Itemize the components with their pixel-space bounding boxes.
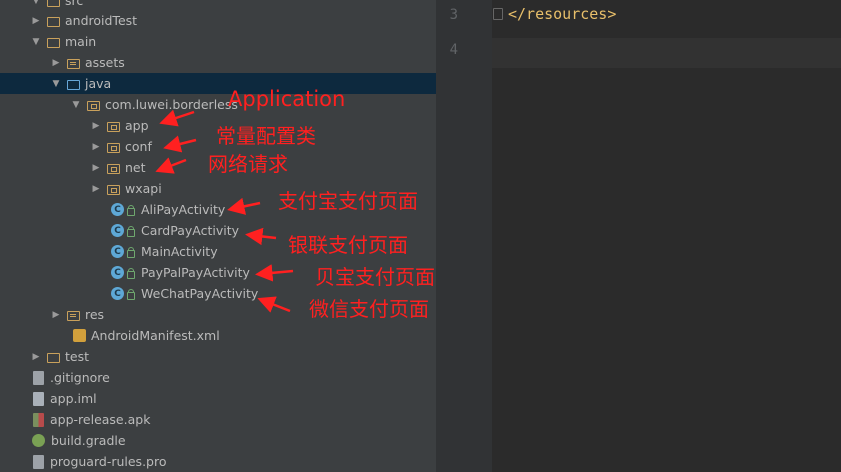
- fold-icon[interactable]: [493, 8, 503, 20]
- editor-gutter: [436, 0, 492, 472]
- tree-item-label: .gitignore: [50, 370, 110, 385]
- chevron-right-icon[interactable]: ▶: [51, 304, 61, 325]
- apk-file-icon: [33, 412, 44, 427]
- file-icon: [33, 370, 44, 385]
- chevron-right-icon[interactable]: ▶: [91, 157, 101, 178]
- folder-icon: [47, 352, 60, 363]
- tree-item-label: main: [65, 34, 97, 49]
- tree-item-label: WeChatPayActivity: [141, 286, 259, 301]
- line-number: 3: [449, 7, 458, 23]
- tree-item-package-root[interactable]: ▼ com.luwei.borderless: [0, 94, 436, 115]
- annotation-net: 网络请求: [208, 152, 288, 176]
- lock-icon: [127, 246, 135, 258]
- tree-item-label: androidTest: [65, 13, 138, 28]
- tree-item-gitignore[interactable]: .gitignore: [0, 367, 436, 388]
- class-icon: C: [111, 224, 124, 237]
- tree-item-label: MainActivity: [141, 244, 218, 259]
- lock-icon: [127, 267, 135, 279]
- package-icon: [107, 121, 120, 132]
- chevron-right-icon[interactable]: ▶: [31, 10, 41, 31]
- file-icon: [33, 454, 44, 469]
- tree-item-label: net: [125, 160, 146, 175]
- package-icon: [107, 142, 120, 153]
- tree-item-label: proguard-rules.pro: [50, 454, 167, 469]
- tree-item-label: app: [125, 118, 149, 133]
- tree-item-test[interactable]: ▶ test: [0, 346, 436, 367]
- tree-item-label: AliPayActivity: [141, 202, 226, 217]
- folder-icon: [47, 0, 60, 7]
- tree-item-label: com.luwei.borderless: [105, 97, 238, 112]
- tree-item-proguard-rules[interactable]: proguard-rules.pro: [0, 451, 436, 472]
- tree-item-label: CardPayActivity: [141, 223, 240, 238]
- lock-icon: [127, 225, 135, 237]
- package-icon: [87, 100, 100, 111]
- tree-item-label: src: [65, 0, 84, 8]
- annotation-conf: 常量配置类: [216, 124, 316, 148]
- tree-item-app-release-apk[interactable]: app-release.apk: [0, 409, 436, 430]
- chevron-right-icon[interactable]: ▶: [31, 346, 41, 367]
- class-icon: C: [111, 287, 124, 300]
- lock-icon: [127, 204, 135, 216]
- gradle-icon: [32, 434, 45, 447]
- tree-item-app-iml[interactable]: app.iml: [0, 388, 436, 409]
- annotation-alipay: 支付宝支付页面: [278, 189, 418, 213]
- tree-item-label: build.gradle: [51, 433, 126, 448]
- tree-item-label: app.iml: [50, 391, 97, 406]
- chevron-right-icon[interactable]: ▶: [91, 178, 101, 199]
- tree-item-label: conf: [125, 139, 152, 154]
- class-icon: C: [111, 266, 124, 279]
- chevron-down-icon[interactable]: ▼: [31, 31, 41, 52]
- tree-item-label: res: [85, 307, 105, 322]
- chevron-down-icon[interactable]: ▼: [71, 94, 81, 115]
- resource-folder-icon: [67, 310, 80, 321]
- tree-item-androidtest[interactable]: ▶ androidTest: [0, 10, 436, 31]
- current-line-highlight: [492, 38, 841, 68]
- manifest-icon: [73, 329, 86, 342]
- tree-item-build-gradle[interactable]: build.gradle: [0, 430, 436, 451]
- tree-item-label: wxapi: [125, 181, 162, 196]
- folder-icon: [47, 16, 60, 27]
- package-icon: [107, 184, 120, 195]
- tree-item-label: AndroidManifest.xml: [91, 328, 220, 343]
- tree-item-label: app-release.apk: [50, 412, 151, 427]
- class-icon: C: [111, 245, 124, 258]
- code-line[interactable]: </resources>: [508, 5, 616, 23]
- chevron-right-icon[interactable]: ▶: [91, 136, 101, 157]
- tree-item-label: PayPalPayActivity: [141, 265, 250, 280]
- tree-item-label: assets: [85, 55, 125, 70]
- package-icon: [107, 163, 120, 174]
- tree-item-java[interactable]: ▼ java: [0, 73, 436, 94]
- annotation-paypal: 贝宝支付页面: [315, 265, 435, 289]
- tree-item-label: test: [65, 349, 90, 364]
- annotation-card: 银联支付页面: [288, 233, 408, 257]
- source-folder-icon: [67, 79, 80, 90]
- tree-item-main[interactable]: ▼ main: [0, 31, 436, 52]
- tree-item-label: java: [85, 76, 112, 91]
- chevron-right-icon[interactable]: ▶: [51, 52, 61, 73]
- tree-item-assets[interactable]: ▶ assets: [0, 52, 436, 73]
- chevron-right-icon[interactable]: ▶: [91, 115, 101, 136]
- iml-file-icon: [33, 391, 44, 406]
- line-number: 4: [449, 42, 458, 58]
- tree-item-androidmanifest[interactable]: AndroidManifest.xml: [0, 325, 436, 346]
- chevron-down-icon[interactable]: ▼: [51, 73, 61, 94]
- assets-folder-icon: [67, 58, 80, 69]
- lock-icon: [127, 288, 135, 300]
- annotation-wechat: 微信支付页面: [309, 297, 429, 321]
- annotation-app: Application: [228, 87, 346, 111]
- folder-icon: [47, 37, 60, 48]
- class-icon: C: [111, 203, 124, 216]
